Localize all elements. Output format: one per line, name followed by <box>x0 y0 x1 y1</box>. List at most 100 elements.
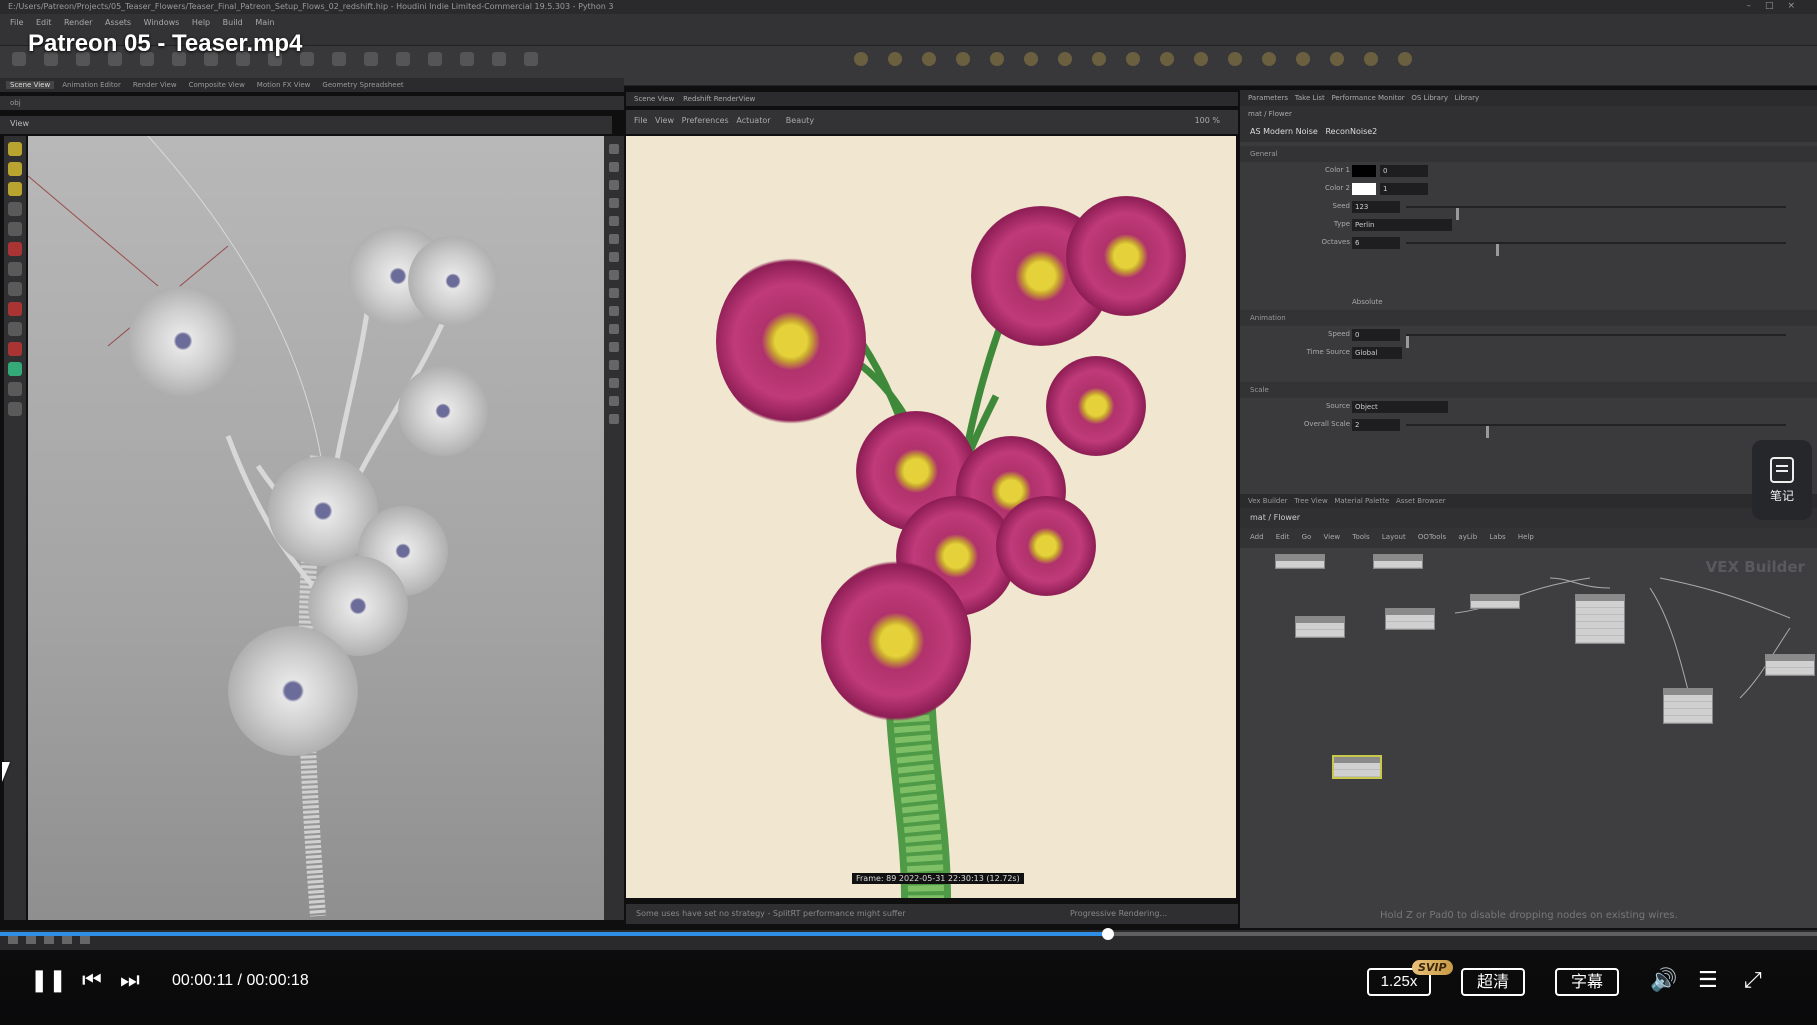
param-dropdown[interactable]: Perlin <box>1352 219 1452 231</box>
tab-parameters[interactable]: Parameters <box>1248 94 1288 102</box>
display-icon[interactable] <box>609 378 619 388</box>
grid-tool-icon[interactable] <box>8 362 22 376</box>
handle-tool-icon[interactable] <box>8 222 22 236</box>
portal-light-icon[interactable] <box>1224 52 1246 78</box>
render-menu-view[interactable]: View <box>655 116 674 125</box>
rotate-tool-icon[interactable] <box>8 182 22 196</box>
display-icon[interactable] <box>609 360 619 370</box>
param-value[interactable]: 0 <box>1352 329 1400 341</box>
camera-icon[interactable] <box>850 52 872 78</box>
param-value[interactable]: 6 <box>1352 237 1400 249</box>
param-value[interactable]: 1 <box>1380 183 1428 195</box>
display-icon[interactable] <box>609 162 619 172</box>
tab-material-palette[interactable]: Material Palette <box>1334 497 1389 505</box>
display-icon[interactable] <box>609 342 619 352</box>
display-icon[interactable] <box>609 414 619 424</box>
vex-node[interactable] <box>1373 554 1423 569</box>
magnet-tool-icon[interactable] <box>8 322 22 336</box>
shelf-metaball-icon[interactable] <box>488 52 510 78</box>
display-icon[interactable] <box>609 324 619 334</box>
geometry-light-icon[interactable] <box>986 52 1008 78</box>
menu-edit[interactable]: Edit <box>36 18 52 27</box>
tab-os-library[interactable]: OS Library <box>1411 94 1448 102</box>
pause-icon[interactable]: ❚❚ <box>30 968 67 993</box>
display-icon[interactable] <box>609 198 619 208</box>
slider-knob[interactable] <box>1486 426 1489 438</box>
net-menu-ootools[interactable]: OOTools <box>1418 533 1446 541</box>
vex-node[interactable] <box>1663 688 1713 724</box>
param-slider[interactable] <box>1406 334 1786 348</box>
section-animation[interactable]: Animation <box>1240 310 1817 326</box>
net-menu-labs[interactable]: Labs <box>1489 533 1505 541</box>
camera-tool-icon[interactable] <box>8 382 22 396</box>
shelf-text-icon[interactable] <box>392 52 414 78</box>
menu-help[interactable]: Help <box>192 18 210 27</box>
next-icon[interactable]: ⏭ <box>120 968 140 993</box>
record-tool-icon[interactable] <box>8 342 22 356</box>
tab-asset-browser[interactable]: Asset Browser <box>1396 497 1446 505</box>
vex-node[interactable] <box>1470 594 1520 609</box>
path-obj[interactable]: obj <box>6 99 25 107</box>
vex-node[interactable] <box>1765 654 1815 676</box>
tab-tree-view[interactable]: Tree View <box>1294 497 1327 505</box>
vex-node[interactable] <box>1275 554 1325 569</box>
network-path[interactable]: mat / Flower <box>1240 508 1817 528</box>
vex-node[interactable] <box>1385 608 1435 630</box>
param-slider[interactable] <box>1406 206 1786 220</box>
tab-take-list[interactable]: Take List <box>1295 94 1325 102</box>
display-icon[interactable] <box>609 180 619 190</box>
tab-composite-view[interactable]: Composite View <box>185 81 249 89</box>
snap-tool-icon[interactable] <box>8 302 22 316</box>
menu-windows[interactable]: Windows <box>144 18 180 27</box>
tab-scene-view-2[interactable]: Scene View <box>634 95 674 103</box>
view-tool-icon[interactable] <box>8 262 22 276</box>
pose-tool-icon[interactable] <box>8 242 22 256</box>
absolute-checkbox[interactable]: Absolute <box>1352 298 1383 306</box>
tab-geometry-spreadsheet[interactable]: Geometry Spreadsheet <box>318 81 407 89</box>
shelf-spray-icon[interactable] <box>360 52 382 78</box>
render-menu-preferences[interactable]: Preferences <box>682 116 729 125</box>
quality-button[interactable]: 超清 <box>1461 968 1525 996</box>
shelf-file-icon[interactable] <box>520 52 542 78</box>
volume-light-icon[interactable] <box>1020 52 1042 78</box>
display-icon[interactable] <box>609 306 619 316</box>
environment-light-icon[interactable] <box>1088 52 1110 78</box>
zoom-level[interactable]: 100 % <box>1195 116 1220 125</box>
menu-file[interactable]: File <box>10 18 23 27</box>
render-menu-actuator[interactable]: Actuator <box>736 116 770 125</box>
point-light-icon[interactable] <box>884 52 906 78</box>
param-value[interactable]: 0 <box>1380 165 1428 177</box>
subtitles-button[interactable]: 字幕 <box>1555 968 1619 996</box>
previous-icon[interactable]: ⏮ <box>82 968 102 993</box>
exit-fullscreen-icon[interactable]: ⤢ <box>1744 968 1762 993</box>
volume-icon[interactable]: 🔊 <box>1650 968 1677 993</box>
sky-light-icon[interactable] <box>1122 52 1144 78</box>
playlist-icon[interactable]: ☰ <box>1698 968 1718 993</box>
shelf-platonic-icon[interactable] <box>424 52 446 78</box>
tab-render-view[interactable]: Render View <box>129 81 181 89</box>
display-icon[interactable] <box>609 270 619 280</box>
distant-light-icon[interactable] <box>1054 52 1076 78</box>
render-menu-file[interactable]: File <box>634 116 647 125</box>
shelf-path-icon[interactable] <box>328 52 350 78</box>
net-menu-view[interactable]: View <box>1324 533 1341 541</box>
menu-assets[interactable]: Assets <box>105 18 131 27</box>
net-menu-add[interactable]: Add <box>1250 533 1264 541</box>
move-tool-icon[interactable] <box>8 162 22 176</box>
shelf-box-icon[interactable] <box>8 52 30 78</box>
param-value[interactable]: 123 <box>1352 201 1400 213</box>
selected-vex-node[interactable] <box>1332 755 1382 779</box>
gi-light-icon[interactable] <box>1156 52 1178 78</box>
switcher-icon[interactable] <box>1360 52 1382 78</box>
display-icon[interactable] <box>609 288 619 298</box>
area-light-icon[interactable] <box>952 52 974 78</box>
menu-build[interactable]: Build <box>223 18 243 27</box>
vex-node[interactable] <box>1295 616 1345 638</box>
tab-motion-fx-view[interactable]: Motion FX View <box>253 81 315 89</box>
display-icon[interactable] <box>609 216 619 226</box>
tab-scene-view[interactable]: Scene View <box>6 81 55 89</box>
net-menu-aylib[interactable]: ayLib <box>1458 533 1477 541</box>
net-menu-help[interactable]: Help <box>1518 533 1534 541</box>
param-dropdown[interactable]: Global <box>1352 347 1402 359</box>
param-path-text[interactable]: mat / Flower <box>1248 110 1292 118</box>
